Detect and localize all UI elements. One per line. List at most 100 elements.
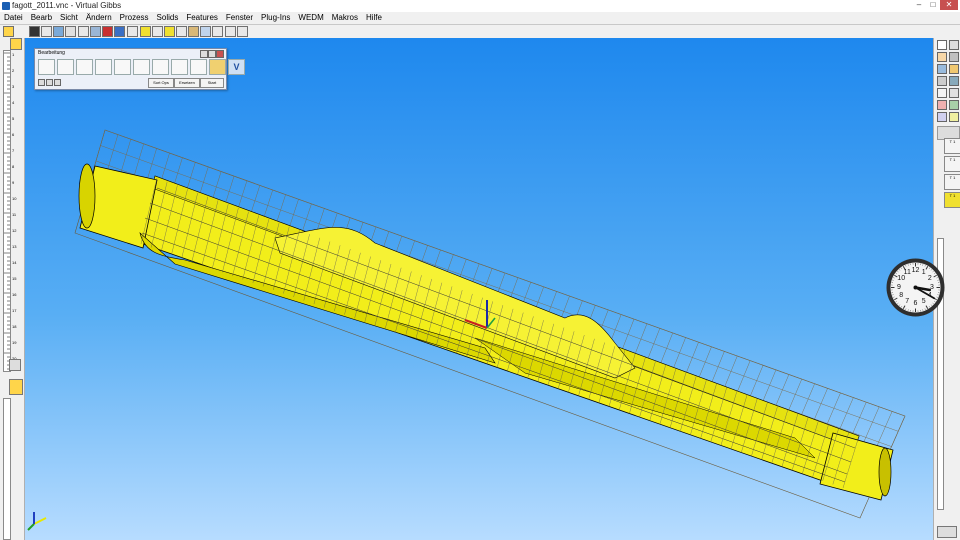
ruler-scale bbox=[4, 52, 10, 370]
ruler-tick-label: 19 bbox=[12, 340, 17, 345]
turn-icon[interactable] bbox=[133, 59, 150, 75]
solid-icon[interactable] bbox=[188, 26, 199, 37]
outline-icon[interactable] bbox=[176, 26, 187, 37]
ruler-tick-label: 15 bbox=[12, 276, 17, 281]
ruler-tick-label: 2 bbox=[12, 68, 15, 73]
panel-option-icon-2[interactable] bbox=[46, 79, 53, 86]
tool-slot[interactable]: T 1 bbox=[944, 156, 960, 172]
surface-icon[interactable] bbox=[190, 59, 207, 75]
start-button[interactable]: Start bbox=[200, 78, 224, 88]
v-icon[interactable]: V bbox=[228, 59, 245, 75]
panel-option-icon-3[interactable] bbox=[54, 79, 61, 86]
app-icon bbox=[2, 2, 10, 10]
contour-icon[interactable] bbox=[57, 59, 74, 75]
file-tool-icon[interactable] bbox=[3, 26, 14, 37]
right-tool-icon[interactable] bbox=[937, 100, 947, 110]
right-tool-icon[interactable] bbox=[937, 76, 947, 86]
view-box-icon[interactable] bbox=[65, 26, 76, 37]
menu-fenster[interactable]: Fenster bbox=[222, 12, 257, 24]
pocket-icon[interactable] bbox=[95, 59, 112, 75]
right-tool-icon[interactable] bbox=[937, 88, 947, 98]
clock-number: 5 bbox=[921, 297, 926, 305]
drill-icon[interactable] bbox=[38, 59, 55, 75]
part-render bbox=[74, 129, 906, 519]
menu-wedm[interactable]: WEDM bbox=[294, 12, 327, 24]
view-screen-icon[interactable] bbox=[90, 26, 101, 37]
clock-number: 12 bbox=[911, 267, 920, 274]
right-tool-icon[interactable] bbox=[949, 40, 959, 50]
shade-icon[interactable] bbox=[164, 26, 175, 37]
ruler-tick-label: 10 bbox=[12, 196, 17, 201]
thread-icon[interactable] bbox=[152, 59, 169, 75]
minimize-button[interactable]: – bbox=[912, 0, 926, 10]
view-wire-icon[interactable] bbox=[127, 26, 138, 37]
right-tool-icon[interactable] bbox=[949, 112, 959, 122]
view-black-icon[interactable] bbox=[29, 26, 40, 37]
menu-solids[interactable]: Solids bbox=[153, 12, 183, 24]
ruler-strip-lower[interactable] bbox=[3, 398, 11, 540]
ruler-tick-label: 5 bbox=[12, 116, 15, 121]
print-icon[interactable] bbox=[225, 26, 236, 37]
right-tool-icon[interactable] bbox=[949, 100, 959, 110]
body-contour-line bbox=[156, 187, 856, 449]
bearbeitung-panel[interactable]: Bearbeitung V Sort Ops Ersetzen Start bbox=[34, 48, 245, 90]
ersetzen-button[interactable]: Ersetzen bbox=[174, 78, 200, 88]
ruler-strip[interactable] bbox=[3, 50, 11, 372]
view-blue-icon[interactable] bbox=[114, 26, 125, 37]
ruler-down-icon[interactable] bbox=[9, 359, 21, 371]
rotate-icon[interactable] bbox=[200, 26, 211, 37]
arc-icon[interactable] bbox=[76, 59, 93, 75]
menu-makros[interactable]: Makros bbox=[328, 12, 362, 24]
tool-slot[interactable]: T 1 bbox=[944, 192, 960, 208]
menu-sicht[interactable]: Sicht bbox=[56, 12, 82, 24]
zoom-icon[interactable] bbox=[212, 26, 223, 37]
view-plain-icon[interactable] bbox=[152, 26, 163, 37]
menu-datei[interactable]: Datei bbox=[0, 12, 27, 24]
ruler-tool-icon[interactable] bbox=[10, 38, 22, 50]
menu-andern[interactable]: Ändern bbox=[82, 12, 116, 24]
right-tool-icon[interactable] bbox=[937, 64, 947, 74]
panel-restore-icon[interactable] bbox=[208, 50, 216, 58]
view-fit-icon[interactable] bbox=[78, 26, 89, 37]
panel-title: Bearbeitung bbox=[38, 50, 65, 56]
right-tool-icon[interactable] bbox=[949, 52, 959, 62]
view-red-icon[interactable] bbox=[102, 26, 113, 37]
tool-slot[interactable]: T 1 bbox=[944, 174, 960, 190]
right-tool-icon[interactable] bbox=[937, 40, 947, 50]
menu-prozess[interactable]: Prozess bbox=[116, 12, 153, 24]
right-tool-icon[interactable] bbox=[937, 112, 947, 122]
ruler-tick-label: 13 bbox=[12, 244, 17, 249]
help-icon[interactable] bbox=[237, 26, 248, 37]
menu-hilfe[interactable]: Hilfe bbox=[362, 12, 386, 24]
sort-ops-button[interactable]: Sort Ops bbox=[148, 78, 174, 88]
menu-features[interactable]: Features bbox=[182, 12, 222, 24]
clock-number: 3 bbox=[930, 283, 934, 291]
image-icon[interactable] bbox=[209, 59, 226, 75]
window-title: fagott_2011.vnc - Virtual Gibbs bbox=[12, 1, 122, 10]
right-tool-icon[interactable] bbox=[949, 88, 959, 98]
maximize-button[interactable]: □ bbox=[926, 0, 940, 10]
left-ruler-panel: 1234567891011121314151617181920 bbox=[0, 38, 25, 540]
panel-minimize-icon[interactable] bbox=[200, 50, 208, 58]
panel-option-icon-1[interactable] bbox=[38, 79, 45, 86]
view-grid-icon[interactable] bbox=[41, 26, 52, 37]
face-icon[interactable] bbox=[114, 59, 131, 75]
menu-bearb[interactable]: Bearb bbox=[27, 12, 56, 24]
clock-number: 8 bbox=[899, 291, 904, 299]
view-frame-icon[interactable] bbox=[53, 26, 64, 37]
right-tool-icon[interactable] bbox=[949, 64, 959, 74]
right-tool-icon[interactable] bbox=[949, 76, 959, 86]
3d-viewport[interactable] bbox=[25, 38, 933, 540]
ruler-tick-label: 7 bbox=[12, 148, 15, 153]
mill-icon[interactable] bbox=[171, 59, 188, 75]
panel-close-icon[interactable] bbox=[216, 50, 224, 58]
view-yellow-icon[interactable] bbox=[140, 26, 151, 37]
layer-yellow-icon[interactable] bbox=[9, 379, 23, 395]
ruler-tick-label: 8 bbox=[12, 164, 15, 169]
panel-bottom-icon[interactable] bbox=[937, 526, 957, 538]
right-tool-icon[interactable] bbox=[937, 52, 947, 62]
menu-plug-ins[interactable]: Plug-Ins bbox=[257, 12, 294, 24]
clock-number: 6 bbox=[913, 300, 918, 307]
close-button[interactable]: ✕ bbox=[940, 0, 958, 10]
tool-slot[interactable]: T 1 bbox=[944, 138, 960, 154]
